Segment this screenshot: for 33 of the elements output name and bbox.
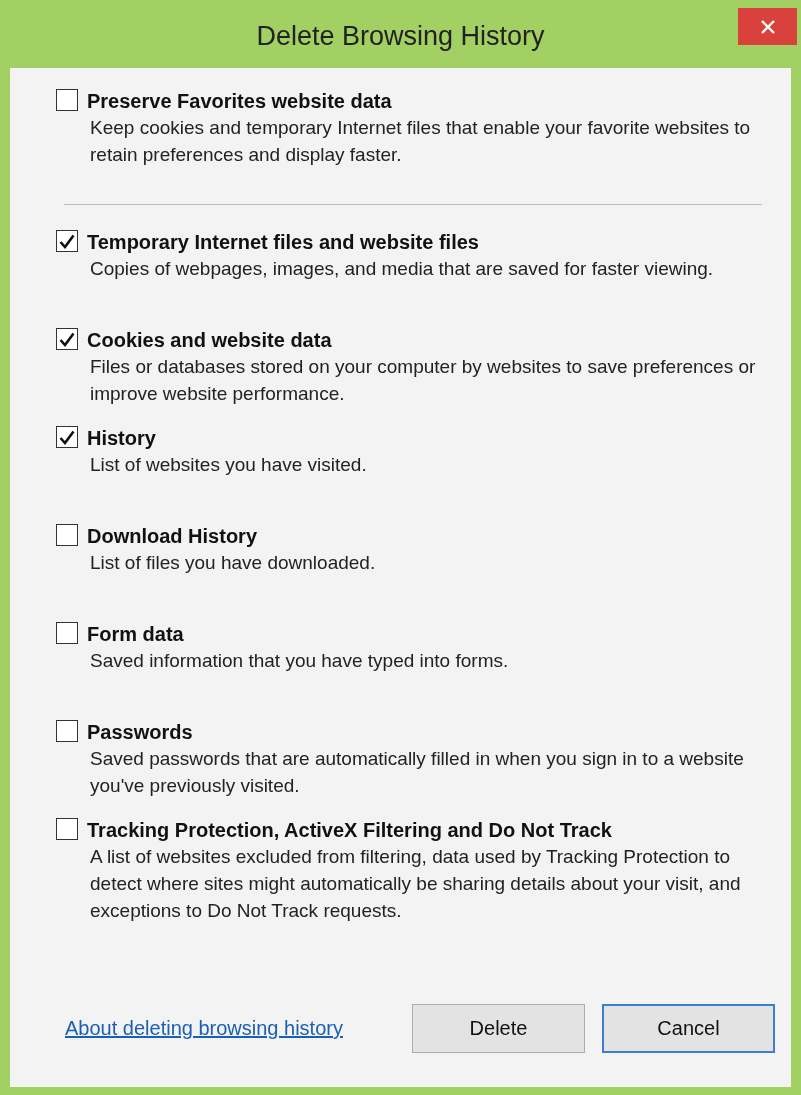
option-label: Preserve Favorites website data	[87, 89, 393, 114]
option-description: Copies of webpages, images, and media that are saved for faster viewing.	[89, 257, 715, 281]
option-description: List of websites you have visited.	[89, 453, 368, 477]
option-description: Files or databases stored on your computer by websites to save preferences or improve website performance.	[89, 355, 757, 406]
close-button[interactable]	[738, 8, 797, 45]
checkbox[interactable]	[56, 818, 78, 840]
checkbox[interactable]	[56, 426, 78, 448]
checkbox[interactable]	[56, 720, 78, 742]
dialog-button[interactable]: Delete	[412, 1004, 585, 1053]
help-link[interactable]: About deleting browsing history	[65, 1017, 343, 1040]
checkbox[interactable]	[56, 622, 78, 644]
option-description: Saved passwords that are automatically filled in when you sign in to a website you've previously visited.	[89, 747, 745, 798]
option-description: Keep cookies and temporary Internet files that enable your favorite websites to retain preferences and display faster.	[89, 116, 752, 167]
checkbox[interactable]	[56, 230, 78, 252]
check-icon	[59, 429, 75, 445]
checkbox[interactable]	[56, 89, 78, 111]
option-label: Cookies and website data	[87, 328, 333, 353]
option-description: Saved information that you have typed into forms.	[89, 649, 510, 673]
checkbox[interactable]	[56, 524, 78, 546]
option-label: Form data	[87, 622, 185, 647]
option-label: Temporary Internet files and website files	[87, 230, 480, 255]
option-description: A list of websites excluded from filtering, data used by Tracking Protection to detect where sites might automatically be sharing details about your visit, and exceptions to Do Not Track requests.	[89, 845, 742, 923]
check-icon	[59, 233, 75, 249]
option-label: History	[87, 426, 157, 451]
close-icon	[760, 19, 775, 34]
dialog-button[interactable]: Cancel	[602, 1004, 775, 1053]
option-label: Tracking Protection, ActiveX Filtering and Do Not Track	[87, 818, 613, 843]
option-label: Passwords	[87, 720, 194, 745]
window-title: Delete Browsing History	[256, 20, 545, 52]
checkbox[interactable]	[56, 328, 78, 350]
option-description: List of files you have downloaded.	[89, 551, 377, 575]
option-label: Download History	[87, 524, 258, 549]
check-icon	[59, 331, 75, 347]
